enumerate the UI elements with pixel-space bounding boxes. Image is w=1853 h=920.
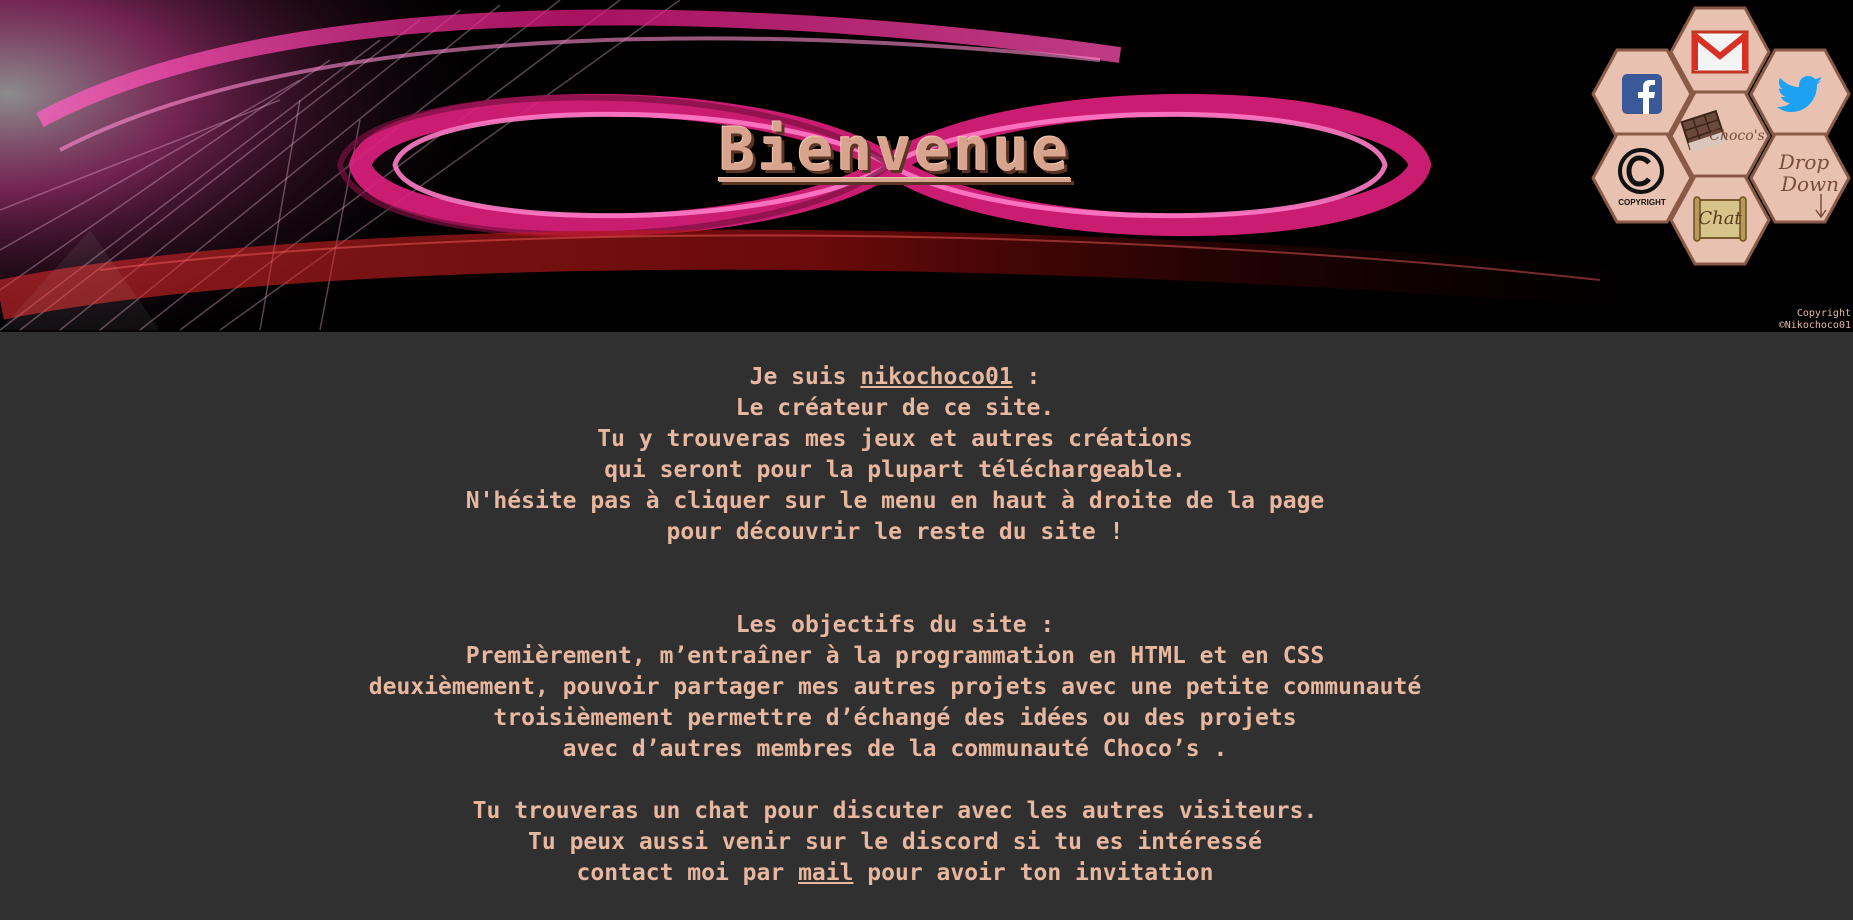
- author-link[interactable]: nikochoco01: [860, 364, 1012, 390]
- arrow-down-icon: [1815, 194, 1827, 219]
- facebook-icon: [1622, 74, 1662, 114]
- contact-line: contact moi par mail pour avoir ton invi…: [0, 858, 1790, 889]
- header-banner: Bienvenue Copyright ©Nikochoco01 Choco's…: [0, 0, 1853, 332]
- copyright-note-line1: Copyright: [1796, 308, 1851, 319]
- intro-line2: Le créateur de ce site.: [735, 395, 1055, 421]
- copyright-note-line2: ©Nikochoco01: [1778, 320, 1851, 331]
- community-line2: Tu peux aussi venir sur le discord si tu…: [528, 829, 1262, 855]
- objectives-line2: deuxièmement, pouvoir partager mes autre…: [368, 674, 1422, 700]
- intro-line1-prefix: Je suis: [749, 364, 861, 390]
- objectives-line3: troisièmement permettre d’échangé des id…: [493, 705, 1297, 731]
- intro-line1: Je suis nikochoco01 :: [0, 362, 1790, 393]
- objectives-line4: avec d’autres membres de la communauté C…: [562, 736, 1228, 762]
- copyright-icon: [1618, 148, 1664, 194]
- intro-line4: qui seront pour la plupart téléchargeabl…: [604, 457, 1186, 483]
- twitter-icon: [1777, 76, 1823, 112]
- dropdown-label-line2: Down: [1780, 172, 1840, 196]
- objectives-section: Les objectifs du site : Premièrement, m’…: [0, 610, 1790, 765]
- intro-section: Je suis nikochoco01 : Le créateur de ce …: [0, 362, 1790, 548]
- objectives-line1: Premièrement, m’entraîner à la programma…: [465, 643, 1325, 669]
- intro-line5: N'hésite pas à cliquer sur le menu en ha…: [465, 488, 1325, 514]
- objectives-heading: Les objectifs du site :: [735, 612, 1055, 638]
- page-title: Bienvenue: [718, 115, 1072, 185]
- community-section: Tu trouveras un chat pour discuter avec …: [0, 796, 1790, 858]
- copyright-note: Copyright ©Nikochoco01: [1771, 308, 1851, 332]
- intro-line3: Tu y trouveras mes jeux et autres créati…: [597, 426, 1193, 452]
- mail-link[interactable]: mail: [798, 860, 853, 886]
- dropdown-label-line1: Drop: [1778, 150, 1830, 174]
- contact-section: contact moi par mail pour avoir ton invi…: [0, 858, 1790, 889]
- chat-button[interactable]: Chat: [1669, 174, 1771, 266]
- contact-prefix: contact moi par: [576, 860, 799, 886]
- main-content: Je suis nikochoco01 : Le créateur de ce …: [0, 332, 1790, 920]
- gmail-icon: [1691, 30, 1749, 74]
- intro-line1-suffix: :: [1012, 364, 1041, 390]
- contact-suffix: pour avoir ton invitation: [853, 860, 1214, 886]
- intro-line6: pour découvrir le reste du site !: [666, 519, 1124, 545]
- chat-label: Chat: [1698, 208, 1742, 229]
- community-line1: Tu trouveras un chat pour discuter avec …: [472, 798, 1318, 824]
